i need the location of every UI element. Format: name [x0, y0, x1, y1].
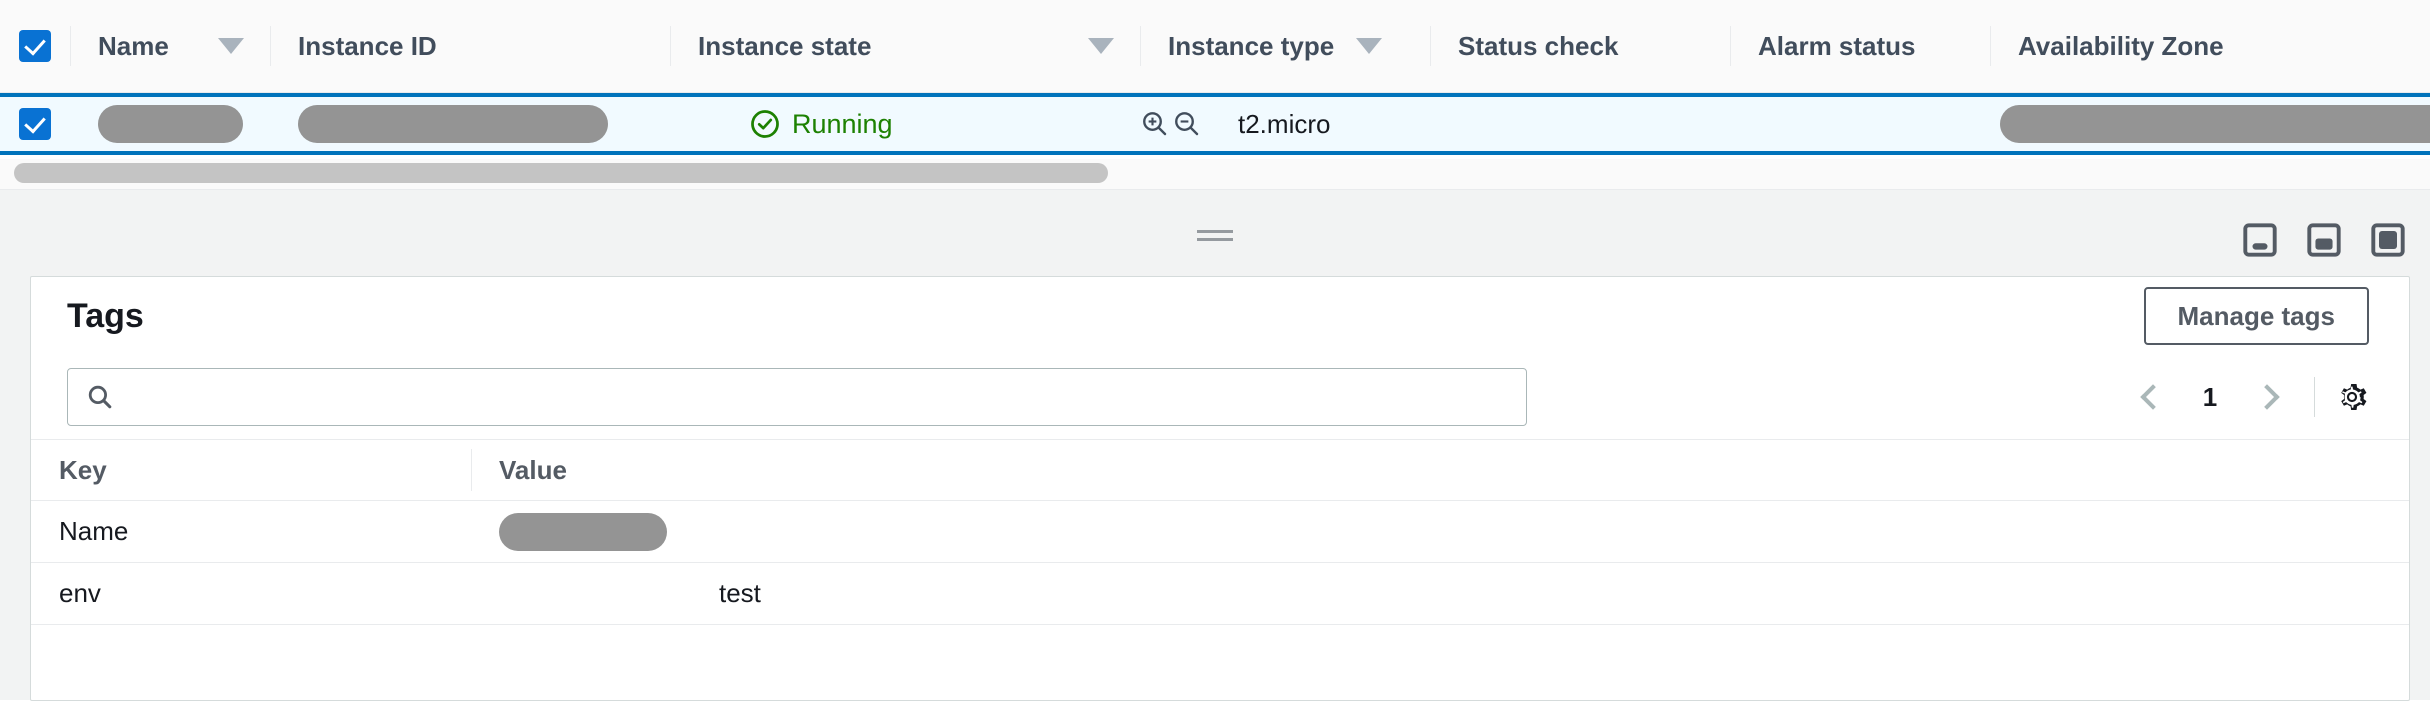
tags-table-header: Key Value [31, 439, 2409, 501]
instances-table: Name Instance ID Instance state Instance… [0, 0, 2430, 155]
drag-handle-line [1197, 230, 1233, 233]
cell-instance-state: Running [670, 93, 1140, 155]
instance-type-label: t2.micro [1238, 109, 1330, 140]
pagination-page-number[interactable]: 1 [2186, 382, 2234, 413]
status-badge: Running [750, 109, 893, 140]
tags-panel-header: Tags Manage tags [31, 277, 2409, 355]
cell-availability-zone [1990, 93, 2430, 155]
tag-value-cell: test [471, 578, 2409, 609]
column-header-key: Key [31, 449, 471, 491]
table-row[interactable]: env test [31, 563, 2409, 625]
split-panel-size-controls [2242, 222, 2406, 258]
chevron-left-icon [2140, 384, 2165, 409]
pagination-prev-button[interactable] [2126, 370, 2180, 424]
split-panel-toolbar [0, 190, 2430, 276]
cell-name [70, 93, 270, 155]
column-header-name[interactable]: Name [70, 18, 270, 74]
row-select-checkbox[interactable] [19, 108, 51, 140]
tags-toolbar: 1 [31, 355, 2409, 439]
cell-status-check [1430, 93, 1730, 155]
tags-table: Key Value Name env test [31, 439, 2409, 625]
pagination-next-button[interactable] [2240, 370, 2294, 424]
column-header-instance-id-label: Instance ID [298, 31, 437, 62]
redacted-name-value [98, 105, 243, 143]
redacted-instance-id-value [298, 105, 608, 143]
column-header-name-label: Name [98, 31, 169, 62]
column-header-instance-state-label: Instance state [698, 31, 871, 62]
chevron-right-icon [2254, 384, 2279, 409]
column-header-alarm-status[interactable]: Alarm status [1730, 18, 1990, 74]
column-header-instance-type[interactable]: Instance type [1140, 18, 1430, 74]
column-header-alarm-status-label: Alarm status [1758, 31, 1916, 62]
split-panel-drag-handle[interactable] [1197, 230, 1233, 246]
tag-value-cell [471, 513, 2409, 551]
split-panel: Tags Manage tags 1 [0, 189, 2430, 700]
column-header-status-check[interactable]: Status check [1430, 18, 1730, 74]
panel-size-large-icon[interactable] [2370, 222, 2406, 258]
column-header-status-check-label: Status check [1458, 31, 1618, 62]
sort-caret-icon[interactable] [1356, 38, 1382, 54]
tags-panel: Tags Manage tags 1 [30, 276, 2410, 701]
search-input[interactable] [128, 383, 1508, 412]
cell-alarm-status [1730, 93, 1990, 155]
column-header-instance-type-label: Instance type [1168, 31, 1334, 62]
row-checkbox-cell[interactable] [0, 108, 70, 140]
column-header-availability-zone-label: Availability Zone [2018, 31, 2224, 62]
zoom-in-icon[interactable] [1140, 109, 1170, 139]
tag-key-cell: Name [31, 516, 471, 547]
sort-caret-icon[interactable] [218, 38, 244, 54]
table-row[interactable]: Running t2.micro [0, 93, 2430, 155]
cell-instance-id [270, 93, 670, 155]
cell-instance-type: t2.micro [1140, 93, 1430, 155]
table-row[interactable]: Name [31, 501, 2409, 563]
column-header-instance-state[interactable]: Instance state [670, 18, 1140, 74]
zoom-controls[interactable] [1140, 109, 1202, 139]
pagination-divider [2314, 377, 2315, 417]
gear-icon[interactable] [2335, 380, 2369, 414]
drag-handle-line [1197, 238, 1233, 241]
select-all-checkbox[interactable] [19, 30, 51, 62]
panel-size-medium-icon[interactable] [2306, 222, 2342, 258]
redacted-availability-zone-value [2000, 105, 2430, 143]
page-title: Tags [67, 297, 144, 336]
instances-table-header: Name Instance ID Instance state Instance… [0, 0, 2430, 93]
select-all-checkbox-cell[interactable] [0, 30, 70, 62]
column-header-value: Value [471, 449, 2409, 491]
column-header-key-label: Key [59, 455, 107, 486]
column-header-instance-id[interactable]: Instance ID [270, 18, 670, 74]
panel-size-small-icon[interactable] [2242, 222, 2278, 258]
manage-tags-button[interactable]: Manage tags [2144, 287, 2370, 345]
zoom-out-icon[interactable] [1172, 109, 1202, 139]
check-circle-icon [750, 109, 780, 139]
tag-key-cell: env [31, 578, 471, 609]
column-header-value-label: Value [499, 455, 567, 486]
search-box[interactable] [67, 368, 1527, 426]
redacted-tag-value [499, 513, 667, 551]
horizontal-scrollbar[interactable] [0, 159, 2430, 189]
horizontal-scrollbar-thumb[interactable] [14, 163, 1108, 183]
pagination: 1 [2126, 370, 2369, 424]
search-icon [86, 383, 114, 411]
tag-value-label: test [719, 578, 761, 609]
instance-state-label: Running [792, 109, 893, 140]
sort-caret-icon[interactable] [1088, 38, 1114, 54]
column-header-availability-zone[interactable]: Availability Zone [1990, 18, 2430, 74]
